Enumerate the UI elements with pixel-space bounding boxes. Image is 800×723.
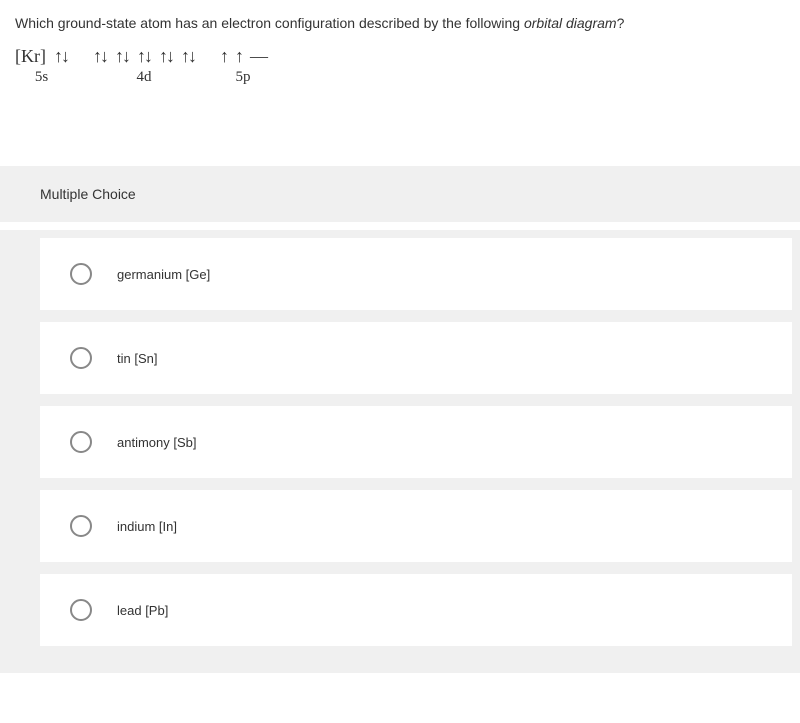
orbital-group-4d: ↑↓ ↑↓ ↑↓ ↑↓ ↑↓ 4d bbox=[93, 46, 195, 86]
option-label: germanium [Ge] bbox=[117, 267, 210, 282]
orbital-label-5p: 5p bbox=[235, 69, 250, 86]
question-suffix: ? bbox=[617, 15, 625, 31]
orbital-arrows: ↑↓ bbox=[137, 46, 151, 67]
radio-icon bbox=[70, 347, 92, 369]
orbital-arrows: ↑ bbox=[235, 46, 242, 67]
orbital-diagram: [Kr] ↑↓ 5s ↑↓ ↑↓ ↑↓ ↑↓ ↑↓ 4d ↑ ↑ — 5p bbox=[0, 36, 800, 116]
radio-icon bbox=[70, 431, 92, 453]
orbital-row-5s: [Kr] ↑↓ bbox=[15, 46, 68, 67]
option-label: lead [Pb] bbox=[117, 603, 168, 618]
orbital-row-5p: ↑ ↑ — bbox=[220, 46, 266, 67]
radio-icon bbox=[70, 263, 92, 285]
orbital-arrows: ↑↓ bbox=[115, 46, 129, 67]
orbital-arrows: — bbox=[250, 46, 266, 67]
orbital-row-4d: ↑↓ ↑↓ ↑↓ ↑↓ ↑↓ bbox=[93, 46, 195, 67]
option-indium[interactable]: indium [In] bbox=[40, 490, 792, 562]
option-lead[interactable]: lead [Pb] bbox=[40, 574, 792, 646]
question-text: Which ground-state atom has an electron … bbox=[0, 0, 800, 36]
orbital-arrows: ↑ bbox=[220, 46, 227, 67]
orbital-arrows: ↑↓ bbox=[54, 46, 68, 67]
option-label: antimony [Sb] bbox=[117, 435, 197, 450]
option-tin[interactable]: tin [Sn] bbox=[40, 322, 792, 394]
orbital-group-5s: [Kr] ↑↓ 5s bbox=[15, 46, 68, 86]
core-label: [Kr] bbox=[15, 46, 46, 67]
question-prefix: Which ground-state atom has an electron … bbox=[15, 15, 524, 31]
question-italic: orbital diagram bbox=[524, 15, 617, 31]
orbital-group-5p: ↑ ↑ — 5p bbox=[220, 46, 266, 86]
radio-icon bbox=[70, 515, 92, 537]
option-antimony[interactable]: antimony [Sb] bbox=[40, 406, 792, 478]
option-label: indium [In] bbox=[117, 519, 177, 534]
options-container: germanium [Ge] tin [Sn] antimony [Sb] in… bbox=[0, 230, 800, 673]
radio-icon bbox=[70, 599, 92, 621]
orbital-arrows: ↑↓ bbox=[93, 46, 107, 67]
option-label: tin [Sn] bbox=[117, 351, 157, 366]
option-germanium[interactable]: germanium [Ge] bbox=[40, 238, 792, 310]
multiple-choice-header: Multiple Choice bbox=[0, 166, 800, 222]
orbital-arrows: ↑↓ bbox=[181, 46, 195, 67]
orbital-arrows: ↑↓ bbox=[159, 46, 173, 67]
orbital-label-5s: 5s bbox=[35, 69, 48, 86]
orbital-label-4d: 4d bbox=[136, 69, 151, 86]
